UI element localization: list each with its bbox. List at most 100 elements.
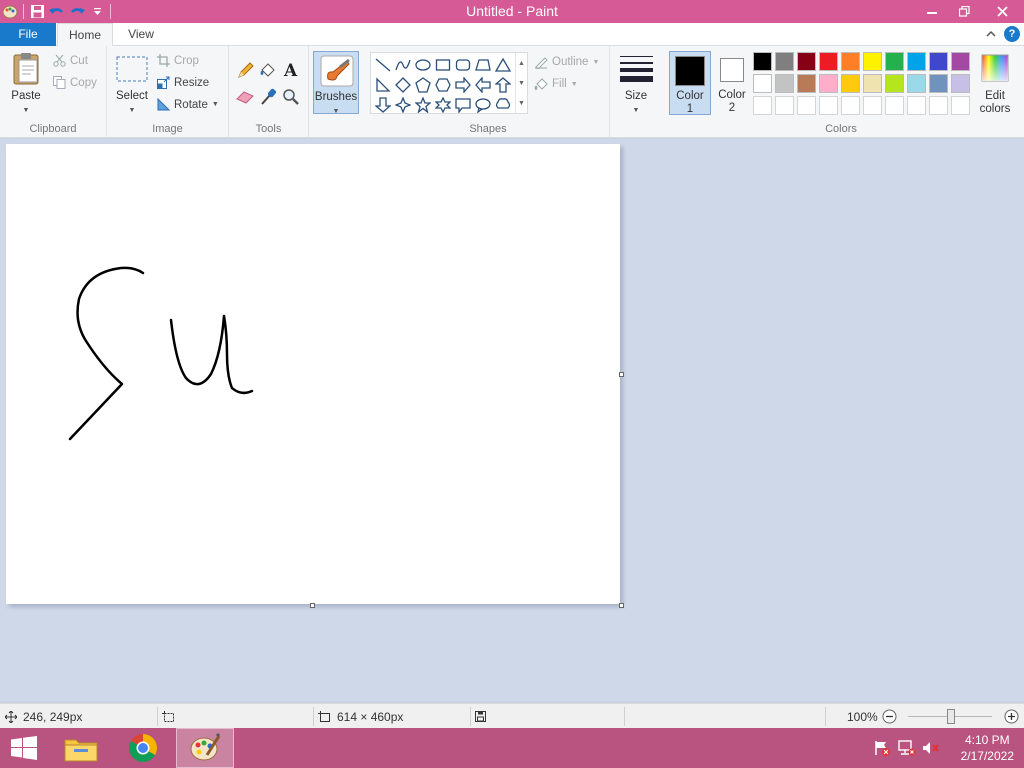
tab-file[interactable]: File [0, 23, 56, 46]
fill-button[interactable]: Fill ▼ [534, 77, 578, 91]
diamond-shape-icon[interactable] [393, 75, 413, 95]
brushes-button[interactable]: Brushes ▼ [313, 51, 359, 115]
palette-custom-slot[interactable] [819, 96, 838, 115]
palette-swatch[interactable] [797, 52, 816, 71]
palette-custom-slot[interactable] [863, 96, 882, 115]
oval-shape-icon[interactable] [413, 55, 433, 75]
five-point-star-shape-icon[interactable] [413, 95, 433, 115]
palette-swatch[interactable] [951, 74, 970, 93]
speaker-muted-icon[interactable] [922, 740, 940, 759]
palette-swatch[interactable] [929, 74, 948, 93]
taskbar-chrome[interactable] [119, 728, 167, 768]
rectangle-shape-icon[interactable] [433, 55, 453, 75]
paste-dropdown-arrow[interactable]: ▼ [23, 107, 30, 114]
palette-swatch[interactable] [753, 52, 772, 71]
four-point-star-shape-icon[interactable] [393, 95, 413, 115]
palette-swatch[interactable] [863, 74, 882, 93]
color-picker-icon[interactable] [260, 88, 277, 109]
tab-view[interactable]: View [115, 23, 167, 47]
palette-swatch[interactable] [929, 52, 948, 71]
minimize-icon[interactable] [916, 0, 948, 22]
palette-swatch[interactable] [885, 74, 904, 93]
palette-custom-slot[interactable] [929, 96, 948, 115]
collapse-ribbon-icon[interactable] [986, 27, 996, 41]
palette-swatch[interactable] [819, 74, 838, 93]
cloud-callout-shape-icon[interactable] [493, 95, 513, 115]
shapes-scrollbar[interactable]: ▲ ▼ ▼ [515, 53, 527, 113]
triangle-shape-icon[interactable] [493, 55, 513, 75]
restore-icon[interactable] [948, 0, 980, 22]
action-center-flag-icon[interactable] [874, 740, 890, 759]
canvas-resize-handle-corner[interactable] [619, 603, 624, 608]
resize-button[interactable]: Resize [157, 76, 209, 89]
start-button[interactable] [0, 728, 48, 768]
palette-custom-slot[interactable] [951, 96, 970, 115]
zoom-out-icon[interactable] [882, 709, 897, 727]
zoom-slider-thumb[interactable] [947, 709, 955, 724]
fill-dropdown-arrow[interactable]: ▼ [571, 81, 578, 88]
hexagon-shape-icon[interactable] [433, 75, 453, 95]
rotate-dropdown-arrow[interactable]: ▼ [212, 101, 219, 108]
pentagon-shape-icon[interactable] [413, 75, 433, 95]
rounded-rectangle-shape-icon[interactable] [453, 55, 473, 75]
palette-custom-slot[interactable] [841, 96, 860, 115]
palette-custom-slot[interactable] [753, 96, 772, 115]
palette-custom-slot[interactable] [797, 96, 816, 115]
drawing-canvas[interactable] [6, 144, 620, 604]
palette-custom-slot[interactable] [885, 96, 904, 115]
canvas-resize-handle-bottom[interactable] [310, 603, 315, 608]
polygon-shape-icon[interactable] [473, 55, 493, 75]
taskbar-clock[interactable]: 4:10 PM 2/17/2022 [961, 732, 1014, 764]
select-icon[interactable] [116, 56, 148, 85]
eraser-icon[interactable] [236, 90, 254, 107]
six-point-star-shape-icon[interactable] [433, 95, 453, 115]
shapes-scroll-up-icon[interactable]: ▲ [518, 60, 525, 67]
edit-colors-button[interactable]: Edit colors [973, 52, 1017, 115]
outline-button[interactable]: Outline ▼ [534, 55, 599, 69]
size-dropdown-arrow[interactable]: ▼ [633, 107, 640, 114]
paste-icon[interactable] [11, 52, 43, 89]
shapes-expand-icon[interactable]: ▼ [518, 100, 525, 107]
tab-home[interactable]: Home [57, 23, 113, 47]
magnifier-icon[interactable] [283, 88, 299, 109]
palette-swatch[interactable] [841, 74, 860, 93]
palette-swatch[interactable] [775, 74, 794, 93]
help-icon[interactable]: ? [1004, 26, 1020, 42]
oval-callout-shape-icon[interactable] [473, 95, 493, 115]
palette-swatch[interactable] [951, 52, 970, 71]
zoom-in-icon[interactable] [1004, 709, 1019, 727]
outline-dropdown-arrow[interactable]: ▼ [592, 59, 599, 66]
down-arrow-shape-icon[interactable] [373, 95, 393, 115]
pencil-icon[interactable] [236, 62, 254, 83]
up-arrow-shape-icon[interactable] [493, 75, 513, 95]
paste-button[interactable]: Paste ▼ [4, 90, 48, 117]
canvas-resize-handle-right[interactable] [619, 372, 624, 377]
taskbar-file-explorer[interactable] [57, 728, 105, 768]
palette-custom-slot[interactable] [907, 96, 926, 115]
palette-swatch[interactable] [863, 52, 882, 71]
line-size-icon[interactable] [620, 56, 653, 85]
palette-swatch[interactable] [753, 74, 772, 93]
cut-button[interactable]: Cut [53, 54, 88, 67]
fill-bucket-icon[interactable] [259, 62, 277, 83]
brushes-dropdown-arrow[interactable]: ▼ [333, 108, 340, 115]
taskbar-paint[interactable] [176, 728, 234, 768]
crop-button[interactable]: Crop [157, 54, 199, 67]
text-tool-icon[interactable]: A [284, 61, 297, 81]
curve-shape-icon[interactable] [393, 55, 413, 75]
color2-button[interactable]: Color 2 [712, 51, 752, 115]
color1-button[interactable]: Color 1 [669, 51, 711, 115]
line-shape-icon[interactable] [373, 55, 393, 75]
rect-callout-shape-icon[interactable] [453, 95, 473, 115]
left-arrow-shape-icon[interactable] [473, 75, 493, 95]
rotate-button[interactable]: Rotate ▼ [157, 98, 219, 111]
right-arrow-shape-icon[interactable] [453, 75, 473, 95]
palette-swatch[interactable] [775, 52, 794, 71]
palette-swatch[interactable] [797, 74, 816, 93]
canvas-workspace[interactable] [0, 139, 1024, 701]
palette-custom-slot[interactable] [775, 96, 794, 115]
palette-swatch[interactable] [885, 52, 904, 71]
palette-swatch[interactable] [819, 52, 838, 71]
right-triangle-shape-icon[interactable] [373, 75, 393, 95]
close-icon[interactable] [980, 0, 1024, 22]
